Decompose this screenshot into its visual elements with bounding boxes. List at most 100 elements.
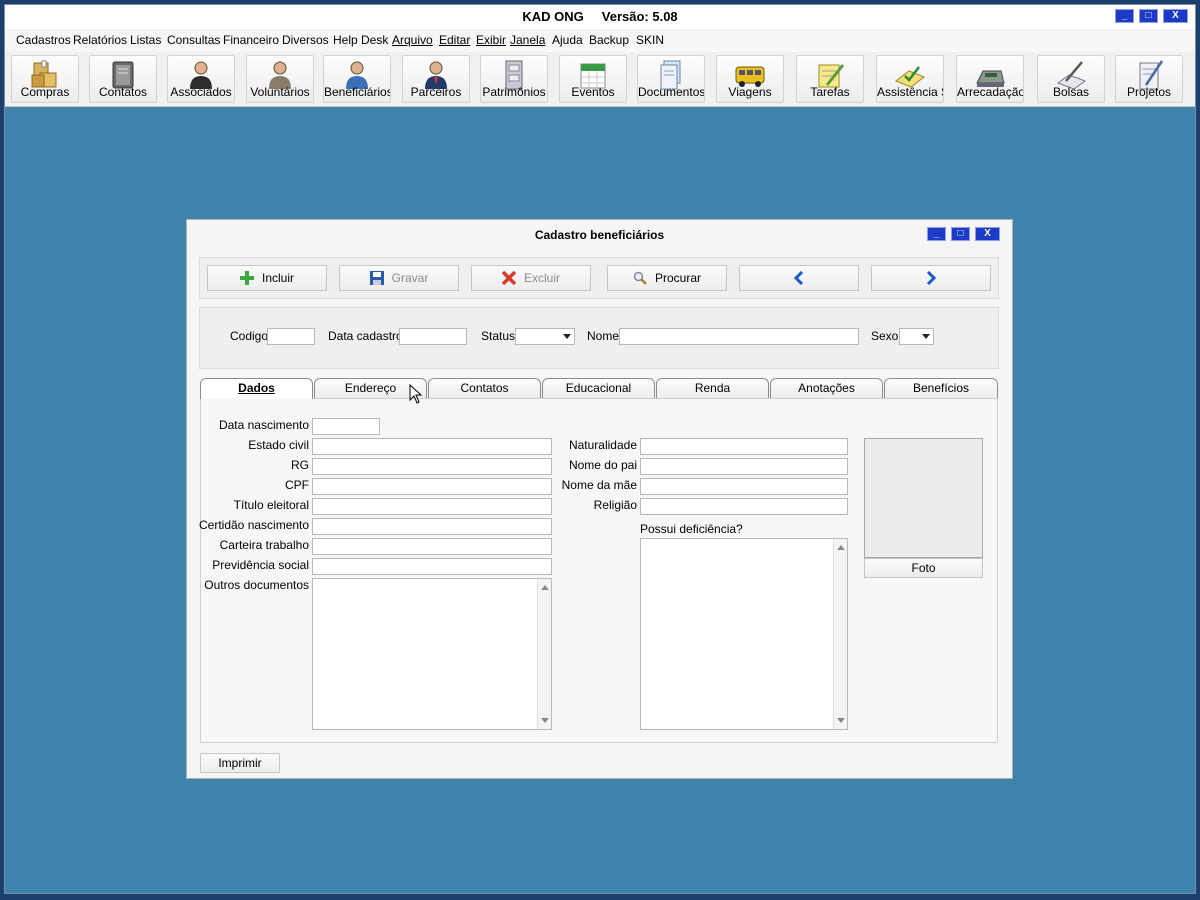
data-cadastro-label: Data cadastro	[328, 329, 403, 343]
rg-label: RG	[291, 458, 309, 472]
gravar-button[interactable]: Gravar	[339, 265, 459, 291]
toolbar-documentos[interactable]: Documentos	[637, 55, 705, 103]
toolbar-contatos[interactable]: Contatos	[89, 55, 157, 103]
menu-backup[interactable]: Backup	[589, 33, 629, 47]
religiao-input[interactable]	[640, 498, 848, 515]
chevron-down-icon	[922, 334, 930, 339]
incluir-button[interactable]: Incluir	[207, 265, 327, 291]
tab-dados[interactable]: Dados	[200, 378, 313, 399]
menu-arquivo[interactable]: Arquivo	[392, 33, 433, 47]
titulo-eleitoral-input[interactable]	[312, 498, 552, 515]
toolbar-viagens[interactable]: Viagens	[716, 55, 784, 103]
maximize-button[interactable]: □	[1139, 9, 1158, 23]
toolbar-parceiros[interactable]: Parceiros	[402, 55, 470, 103]
deficiencia-label: Possui deficiência?	[640, 522, 743, 536]
codigo-input[interactable]	[267, 328, 315, 345]
nome-pai-input[interactable]	[640, 458, 848, 475]
excluir-label: Excluir	[523, 271, 560, 285]
scrollbar[interactable]	[537, 579, 551, 729]
toolbar-bolsas[interactable]: Bolsas	[1037, 55, 1105, 103]
dialog-maximize-button[interactable]: □	[951, 227, 970, 241]
deficiencia-textarea[interactable]	[640, 538, 848, 730]
tab-educacional[interactable]: Educacional	[542, 378, 655, 398]
menu-janela[interactable]: Janela	[510, 33, 545, 47]
scrollbar[interactable]	[833, 539, 847, 729]
menu-consultas[interactable]: Consultas	[167, 33, 220, 47]
data-nascimento-label: Data nascimento	[218, 418, 309, 432]
close-button[interactable]: X	[1163, 9, 1188, 23]
procurar-button[interactable]: Procurar	[607, 265, 727, 291]
dialog-title: Cadastro beneficiários	[534, 228, 665, 242]
menu-diversos[interactable]: Diversos	[282, 33, 329, 47]
dialog-close-button[interactable]: X	[975, 227, 1000, 241]
certidao-nascimento-label: Certidão nascimento	[199, 518, 310, 532]
search-icon	[633, 271, 647, 285]
tab-beneficios[interactable]: Benefícios	[884, 378, 998, 398]
menu-financeiro[interactable]: Financeiro	[223, 33, 279, 47]
excluir-button[interactable]: Excluir	[471, 265, 591, 291]
gravar-label: Gravar	[391, 271, 429, 285]
outros-documentos-textarea[interactable]	[312, 578, 552, 730]
tab-renda[interactable]: Renda	[656, 378, 769, 398]
nome-pai-label: Nome do pai	[568, 458, 637, 472]
estado-civil-input[interactable]	[312, 438, 552, 455]
naturalidade-input[interactable]	[640, 438, 848, 455]
toolbar-label: Documentos	[638, 85, 704, 99]
toolbar-label: Projetos	[1126, 85, 1172, 99]
toolbar-label: Eventos	[571, 85, 615, 99]
certidao-nascimento-input[interactable]	[312, 518, 552, 535]
scroll-down-icon[interactable]	[837, 718, 845, 723]
scroll-down-icon[interactable]	[541, 718, 549, 723]
imprimir-button[interactable]: Imprimir	[200, 753, 280, 773]
nome-mae-input[interactable]	[640, 478, 848, 495]
main-toolbar: Compras Contatos Associados Voluntários …	[5, 52, 1195, 107]
scroll-up-icon[interactable]	[541, 585, 549, 590]
menu-help-desk[interactable]: Help Desk	[333, 33, 388, 47]
menu-relatorios[interactable]: Relatórios	[73, 33, 127, 47]
dialog-minimize-button[interactable]: _	[927, 227, 946, 241]
cpf-input[interactable]	[312, 478, 552, 495]
toolbar-associados[interactable]: Associados	[167, 55, 235, 103]
toolbar-beneficiarios[interactable]: Beneficiários	[323, 55, 391, 103]
estado-civil-label: Estado civil	[248, 438, 309, 452]
toolbar-label: Voluntários	[250, 85, 310, 99]
toolbar-tarefas[interactable]: Tarefas	[796, 55, 864, 103]
status-select[interactable]	[515, 328, 575, 345]
photo-frame	[864, 438, 983, 558]
toolbar-label: Patrimônios	[482, 85, 546, 99]
religiao-label: Religião	[593, 498, 637, 512]
toolbar-assistencia[interactable]: Assistência S	[876, 55, 944, 103]
nome-input[interactable]	[619, 328, 859, 345]
toolbar-voluntarios[interactable]: Voluntários	[246, 55, 314, 103]
previdencia-social-label: Previdência social	[212, 558, 309, 572]
tab-anotacoes[interactable]: Anotações	[770, 378, 883, 398]
menu-listas[interactable]: Listas	[130, 33, 161, 47]
menu-exibir[interactable]: Exibir	[476, 33, 506, 47]
minimize-button[interactable]: _	[1115, 9, 1134, 23]
data-cadastro-input[interactable]	[399, 328, 467, 345]
toolbar-label: Parceiros	[410, 85, 462, 99]
toolbar-projetos[interactable]: Projetos	[1115, 55, 1183, 103]
toolbar-eventos[interactable]: Eventos	[559, 55, 627, 103]
title-bar: KAD ONG Versão: 5.08 _ □ X	[5, 5, 1195, 29]
data-nascimento-input[interactable]	[312, 418, 380, 435]
carteira-trabalho-input[interactable]	[312, 538, 552, 555]
nome-label: Nome	[587, 329, 620, 343]
menu-editar[interactable]: Editar	[439, 33, 470, 47]
rg-input[interactable]	[312, 458, 552, 475]
toolbar-compras[interactable]: Compras	[11, 55, 79, 103]
previous-record-button[interactable]	[739, 265, 859, 291]
toolbar-patrimonios[interactable]: Patrimônios	[480, 55, 548, 103]
next-record-button[interactable]	[871, 265, 991, 291]
menu-cadastros[interactable]: Cadastros	[16, 33, 71, 47]
previdencia-social-input[interactable]	[312, 558, 552, 575]
codigo-label: Codigo	[230, 329, 269, 343]
menu-skin[interactable]: SKIN	[636, 33, 664, 47]
sexo-label: Sexo	[871, 329, 899, 343]
scroll-up-icon[interactable]	[837, 545, 845, 550]
foto-button[interactable]: Foto	[864, 558, 983, 578]
menu-ajuda[interactable]: Ajuda	[552, 33, 583, 47]
toolbar-arrecadacao[interactable]: Arrecadação	[956, 55, 1024, 103]
tab-contatos[interactable]: Contatos	[428, 378, 541, 398]
sexo-select[interactable]	[899, 328, 934, 345]
